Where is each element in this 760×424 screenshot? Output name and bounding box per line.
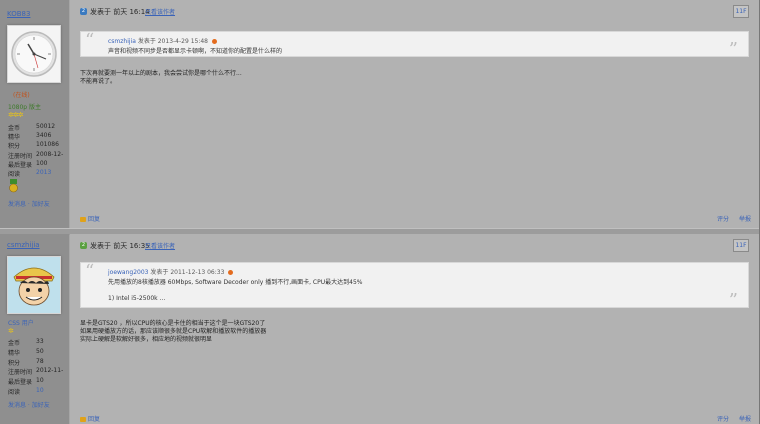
- only-author-link[interactable]: 只看该作者: [145, 241, 175, 250]
- post-timestamp: 发表于 前天 16:35: [90, 242, 150, 250]
- reply-icon: [80, 217, 86, 222]
- stat-value: 2012-11-: [36, 367, 64, 374]
- quote-block: “ joewang2003 发表于 2011-12-13 06:33 先用播放的…: [80, 261, 749, 311]
- stat-label: 精华: [8, 350, 21, 357]
- reply-label: 回复: [88, 216, 101, 223]
- stat-value: 3406: [36, 132, 52, 139]
- online-status: (在线): [13, 92, 30, 99]
- stat-value: 33: [36, 338, 44, 345]
- post-body-line: 显卡是GTS20 ，所以CPU的核心是卡住的相当于这个是一块GTS20了: [80, 320, 266, 327]
- jump-to-post-icon[interactable]: [228, 270, 234, 275]
- post-body-line: 实际上硬解是软解好很多，相应地的视频就很明显: [80, 336, 213, 343]
- post-icon: 2: [80, 242, 87, 249]
- only-author-link[interactable]: 只看该作者: [145, 7, 175, 16]
- open-quote-icon: “: [85, 261, 95, 282]
- quote-author[interactable]: joewang2003: [108, 269, 149, 276]
- post-body-line: 下次再就要测一年以上的剧本，我会尝试你是哪个什么不行...: [80, 70, 242, 77]
- stat-value: 78: [36, 358, 44, 365]
- post-main: 2 发表于 前天 16:14 只看该作者 11F “ csmzhijia 发表于…: [70, 0, 759, 228]
- stat-value[interactable]: 2013: [36, 169, 51, 176]
- rank-stars: ✲: [8, 327, 14, 335]
- stat-value: 2008-12-: [36, 151, 64, 158]
- post-header: 2 发表于 前天 16:14 只看该作者 11F: [70, 0, 759, 24]
- post-timestamp: 发表于 前天 16:14: [90, 8, 150, 16]
- avatar[interactable]: [7, 256, 61, 314]
- reply-button[interactable]: 回复: [80, 214, 100, 223]
- quote-time: 发表于 2013-4-29 15:48: [137, 38, 208, 45]
- anime-avatar-icon: [8, 257, 60, 313]
- quote-text: 1) Intel i5-2500k ...: [108, 295, 166, 302]
- stat-value[interactable]: 10: [36, 387, 44, 394]
- stat-value: 50012: [36, 123, 56, 130]
- author-sidebar: csmzhijia CSS 用户 ✲ 金币 33 精华 50 积分 78 注册时…: [0, 234, 69, 424]
- report-button[interactable]: 举报: [739, 216, 751, 223]
- stat-label: 阅读: [8, 171, 21, 178]
- user-action-links[interactable]: 发消息 · 加好友: [8, 199, 50, 208]
- post-body: 显卡是GTS20 ，所以CPU的核心是卡住的相当于这个是一块GTS20了 如果用…: [80, 320, 266, 344]
- post-icon: 2: [80, 8, 87, 15]
- post-actions: 评分 举报: [709, 214, 751, 223]
- author-sidebar: KOB83 (在线) 1080p 版主 ✲✲✲ 金币 50012 精华 3406: [0, 0, 69, 228]
- quote-time: 发表于 2011-12-13 06:33: [150, 269, 225, 276]
- stat-label: 阅读: [8, 389, 21, 396]
- reply-button[interactable]: 回复: [80, 414, 100, 423]
- stat-label: 最后登录: [8, 379, 33, 386]
- post-body-line: 如果用硬播放方的话，那应该顺很多就是CPU软解和播放软件的播放器: [80, 328, 267, 335]
- stat-label: 积分: [8, 360, 21, 367]
- post-actions: 评分 举报: [709, 414, 751, 423]
- post-main: 2 发表于 前天 16:35 只看该作者 11F “ joewang2003 发…: [70, 234, 759, 424]
- stat-label: 金币: [8, 125, 21, 132]
- close-quote-icon: ”: [728, 290, 738, 311]
- quote-meta: csmzhijia 发表于 2013-4-29 15:48: [108, 36, 217, 45]
- author-username[interactable]: csmzhijia: [7, 241, 40, 249]
- avatar[interactable]: [7, 25, 61, 83]
- user-title[interactable]: 1080p 版主: [8, 102, 41, 111]
- quote-text: 声音和视频不同步是否都显示卡顿啊，不知道你的配置是什么样的: [108, 48, 283, 55]
- quote-author[interactable]: csmzhijia: [108, 38, 136, 45]
- stat-value: 101086: [36, 141, 59, 148]
- author-username[interactable]: KOB83: [7, 10, 30, 18]
- reply-label: 回复: [88, 416, 101, 423]
- rate-button[interactable]: 评分: [717, 216, 729, 223]
- user-action-links[interactable]: 发消息 · 加好友: [8, 400, 50, 409]
- reply-icon: [80, 417, 86, 422]
- open-quote-icon: “: [85, 30, 95, 51]
- stat-value: 100: [36, 160, 48, 167]
- rank-stars: ✲✲✲: [8, 111, 24, 119]
- rate-button[interactable]: 评分: [717, 416, 729, 423]
- jump-to-post-icon[interactable]: [211, 39, 217, 44]
- stat-label: 注册时间: [8, 153, 33, 160]
- stat-label: 注册时间: [8, 369, 33, 376]
- quote-meta: joewang2003 发表于 2011-12-13 06:33: [108, 267, 234, 276]
- stat-value: 50: [36, 348, 44, 355]
- stat-label: 积分: [8, 143, 21, 150]
- post-header: 2 发表于 前天 16:35 只看该作者 11F: [70, 234, 759, 258]
- report-button[interactable]: 举报: [739, 416, 751, 423]
- clock-avatar-icon: [8, 26, 60, 82]
- quote-text: 先用播放的8核播放器 60Mbps, Software Decoder only…: [108, 279, 363, 286]
- user-title[interactable]: CSS 用户: [8, 318, 34, 327]
- post-body: 下次再就要测一年以上的剧本，我会尝试你是哪个什么不行... 不能再说了。: [80, 70, 242, 86]
- quote-block: “ csmzhijia 发表于 2013-4-29 15:48 声音和视频不同步…: [80, 30, 749, 60]
- floor-number-button[interactable]: 11F: [733, 5, 749, 18]
- stat-value: 10: [36, 377, 44, 384]
- stat-label: 精华: [8, 134, 21, 141]
- stat-label: 最后登录: [8, 162, 33, 169]
- stat-label: 金币: [8, 340, 21, 347]
- medal-icon: [9, 179, 18, 193]
- post-body-line: 不能再说了。: [80, 78, 117, 85]
- close-quote-icon: ”: [728, 39, 738, 60]
- floor-number-button[interactable]: 11F: [733, 239, 749, 252]
